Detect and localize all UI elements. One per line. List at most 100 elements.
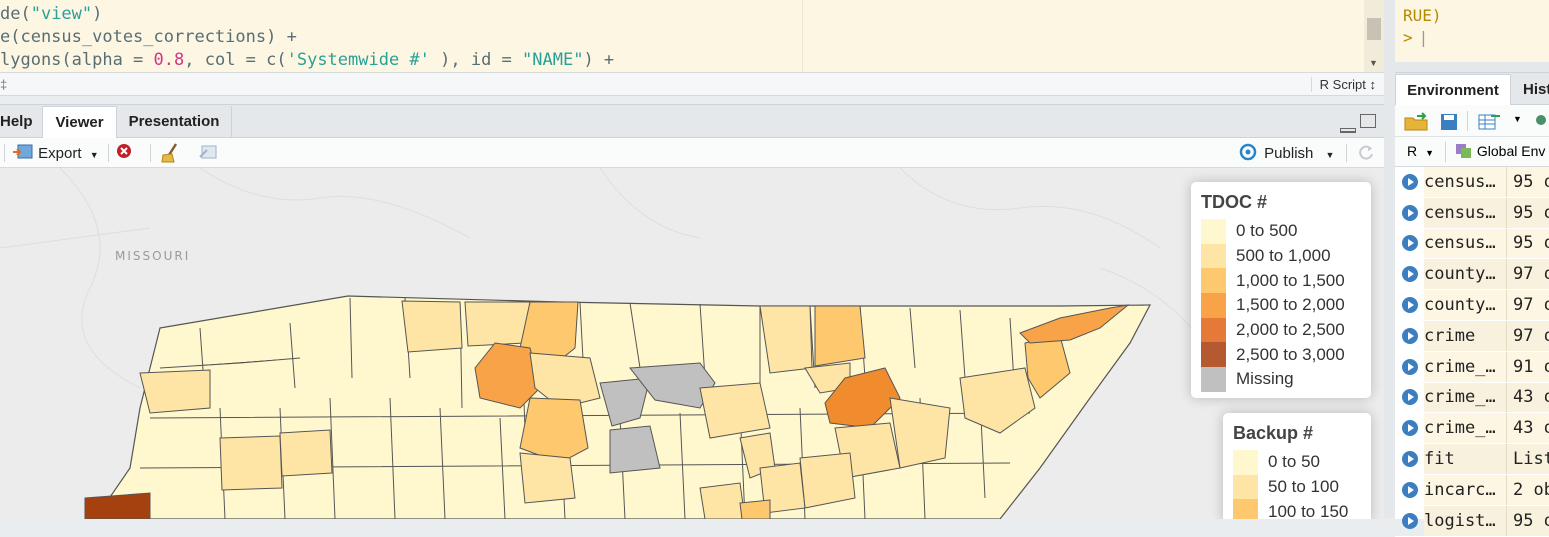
expand-arrow-icon[interactable] bbox=[1402, 235, 1418, 252]
env-tab-bar: Environment Hist bbox=[1395, 73, 1549, 106]
language-selector[interactable]: R ▼ bbox=[1407, 143, 1434, 159]
export-label: Export bbox=[38, 145, 82, 162]
scroll-down-arrow-icon[interactable]: ▼ bbox=[1369, 58, 1378, 68]
legend-swatch bbox=[1201, 219, 1226, 244]
save-icon[interactable] bbox=[1439, 112, 1459, 132]
tab-label: Hist bbox=[1523, 81, 1549, 98]
code-line[interactable]: e(census_votes_corrections) + bbox=[0, 27, 297, 47]
refresh-button[interactable] bbox=[1356, 143, 1376, 163]
environment-variable-list: census…95 ocensus…95 ocensus…95 ocounty…… bbox=[1395, 167, 1549, 537]
clear-viewer-button[interactable] bbox=[116, 143, 132, 163]
chevron-down-icon: ▼ bbox=[89, 150, 99, 160]
variable-value: 95 o bbox=[1506, 197, 1549, 228]
console-prompt[interactable]: > | bbox=[1403, 28, 1428, 47]
legend-swatch bbox=[1201, 367, 1226, 392]
popout-icon bbox=[199, 145, 217, 159]
environment-row[interactable]: incarc…2 ob bbox=[1395, 474, 1549, 506]
variable-name: crime_… bbox=[1424, 413, 1506, 444]
global-env-icon bbox=[1456, 144, 1471, 158]
tab-environment[interactable]: Environment bbox=[1395, 74, 1511, 106]
environment-row[interactable]: crime_…43 o bbox=[1395, 382, 1549, 414]
environment-row[interactable]: logist…95 o bbox=[1395, 505, 1549, 537]
code-line[interactable]: lygons(alpha = 0.8, col = c('Systemwide … bbox=[0, 50, 614, 70]
legend-items: 0 to 500 500 to 1,000 1,000 to 1,500 1,500 … bbox=[1201, 219, 1361, 392]
expand-arrow-icon[interactable] bbox=[1402, 266, 1418, 283]
editor-scrollbar[interactable]: ▼ bbox=[1364, 0, 1384, 72]
minimize-icon[interactable] bbox=[1340, 128, 1356, 133]
console[interactable]: RUE) > | bbox=[1395, 0, 1549, 62]
import-dataset-icon[interactable] bbox=[1477, 112, 1503, 132]
export-button[interactable]: Export ▼ bbox=[12, 143, 99, 163]
env-toolbar: ▼ bbox=[1395, 105, 1549, 137]
tab-history[interactable]: Hist bbox=[1523, 74, 1549, 106]
chevron-down-icon: ▼ bbox=[1325, 150, 1335, 160]
legend-swatch bbox=[1201, 243, 1226, 269]
tab-help[interactable]: Help bbox=[0, 106, 40, 138]
map-canvas[interactable]: MISSOURI bbox=[0, 168, 1384, 519]
code-line[interactable]: de("view") bbox=[0, 4, 102, 24]
legend-item: 2,000 to 2,500 bbox=[1201, 317, 1361, 343]
maximize-icon[interactable] bbox=[1360, 114, 1376, 128]
clear-workspace-icon[interactable] bbox=[1533, 112, 1549, 132]
environment-row[interactable]: county…97 o bbox=[1395, 259, 1549, 291]
environment-row[interactable]: crime_…43 o bbox=[1395, 413, 1549, 445]
expand-arrow-icon[interactable] bbox=[1402, 420, 1418, 437]
viewer-toolbar: Export ▼ Publish ▼ bbox=[0, 138, 1384, 168]
file-type-selector[interactable]: R Script ↕ bbox=[1310, 77, 1376, 92]
code-token: de( bbox=[0, 4, 31, 24]
viewer-pane: Help Viewer Presentation Export ▼ Publis… bbox=[0, 104, 1384, 519]
toolbar-divider bbox=[150, 144, 151, 162]
expand-arrow-icon[interactable] bbox=[1402, 204, 1418, 221]
expand-arrow-icon[interactable] bbox=[1402, 481, 1418, 498]
expand-arrow-icon[interactable] bbox=[1402, 327, 1418, 344]
clear-all-button[interactable] bbox=[160, 143, 182, 163]
legend-label: 1,000 to 1,500 bbox=[1236, 270, 1345, 290]
pane-tab-bar: Help Viewer Presentation bbox=[0, 105, 1384, 138]
legend-item: 1,500 to 2,000 bbox=[1201, 293, 1361, 318]
environment-row[interactable]: census…95 o bbox=[1395, 197, 1549, 229]
script-editor[interactable]: de("view") e(census_votes_corrections) +… bbox=[0, 0, 1384, 72]
expand-arrow-icon[interactable] bbox=[1402, 512, 1418, 529]
environment-row[interactable]: census…95 o bbox=[1395, 228, 1549, 260]
legend-title: Backup # bbox=[1233, 423, 1314, 443]
variable-name: census… bbox=[1424, 167, 1506, 197]
environment-row[interactable]: fitList bbox=[1395, 444, 1549, 475]
tab-viewer[interactable]: Viewer bbox=[42, 106, 117, 138]
code-token: 0.8 bbox=[153, 50, 185, 70]
leaflet-map[interactable]: MISSOURI TDOC # 0 to 500 500 to 1,000 1,… bbox=[0, 168, 1384, 519]
scrollbar-thumb[interactable] bbox=[1367, 18, 1381, 40]
legend-item: 2,500 to 3,000 bbox=[1201, 342, 1361, 368]
variable-name: logist… bbox=[1424, 505, 1506, 536]
expand-arrow-icon[interactable] bbox=[1402, 389, 1418, 406]
open-in-window-button[interactable] bbox=[198, 143, 220, 163]
expand-arrow-icon[interactable] bbox=[1402, 451, 1418, 468]
environment-row[interactable]: county…97 o bbox=[1395, 290, 1549, 321]
pane-splitter[interactable] bbox=[1384, 0, 1395, 518]
expand-arrow-icon[interactable] bbox=[1402, 297, 1418, 314]
legend-label: 2,000 to 2,500 bbox=[1236, 320, 1345, 340]
legend-item: Missing bbox=[1201, 367, 1361, 392]
chevron-down-icon: ▼ bbox=[1425, 148, 1435, 158]
load-workspace-icon[interactable] bbox=[1403, 112, 1431, 132]
chevron-down-icon[interactable]: ▼ bbox=[1513, 114, 1522, 124]
legend-label: 50 to 100 bbox=[1268, 477, 1339, 497]
environment-row[interactable]: crime97 o bbox=[1395, 320, 1549, 352]
environment-row[interactable]: crime_…91 o bbox=[1395, 351, 1549, 383]
variable-value: 43 o bbox=[1506, 382, 1549, 413]
publish-button[interactable]: Publish ▼ bbox=[1238, 143, 1334, 163]
toolbar-divider bbox=[4, 144, 5, 162]
expand-arrow-icon[interactable] bbox=[1402, 358, 1418, 375]
expand-arrow-icon[interactable] bbox=[1402, 173, 1418, 190]
legend-label: 100 to 150 bbox=[1268, 501, 1349, 519]
legend-label: 1,500 to 2,000 bbox=[1236, 295, 1345, 315]
refresh-icon bbox=[1359, 145, 1373, 160]
variable-value: 97 o bbox=[1506, 259, 1549, 290]
pane-splitter[interactable] bbox=[1395, 62, 1549, 72]
tab-presentation[interactable]: Presentation bbox=[117, 106, 232, 138]
environment-selector[interactable]: Global Env bbox=[1455, 143, 1545, 159]
variable-value: 95 o bbox=[1506, 228, 1549, 259]
variable-name: fit bbox=[1424, 444, 1506, 474]
variable-name: county… bbox=[1424, 290, 1506, 320]
environment-row[interactable]: census…95 o bbox=[1395, 167, 1549, 198]
legend-item: 0 to 500 bbox=[1201, 219, 1361, 244]
